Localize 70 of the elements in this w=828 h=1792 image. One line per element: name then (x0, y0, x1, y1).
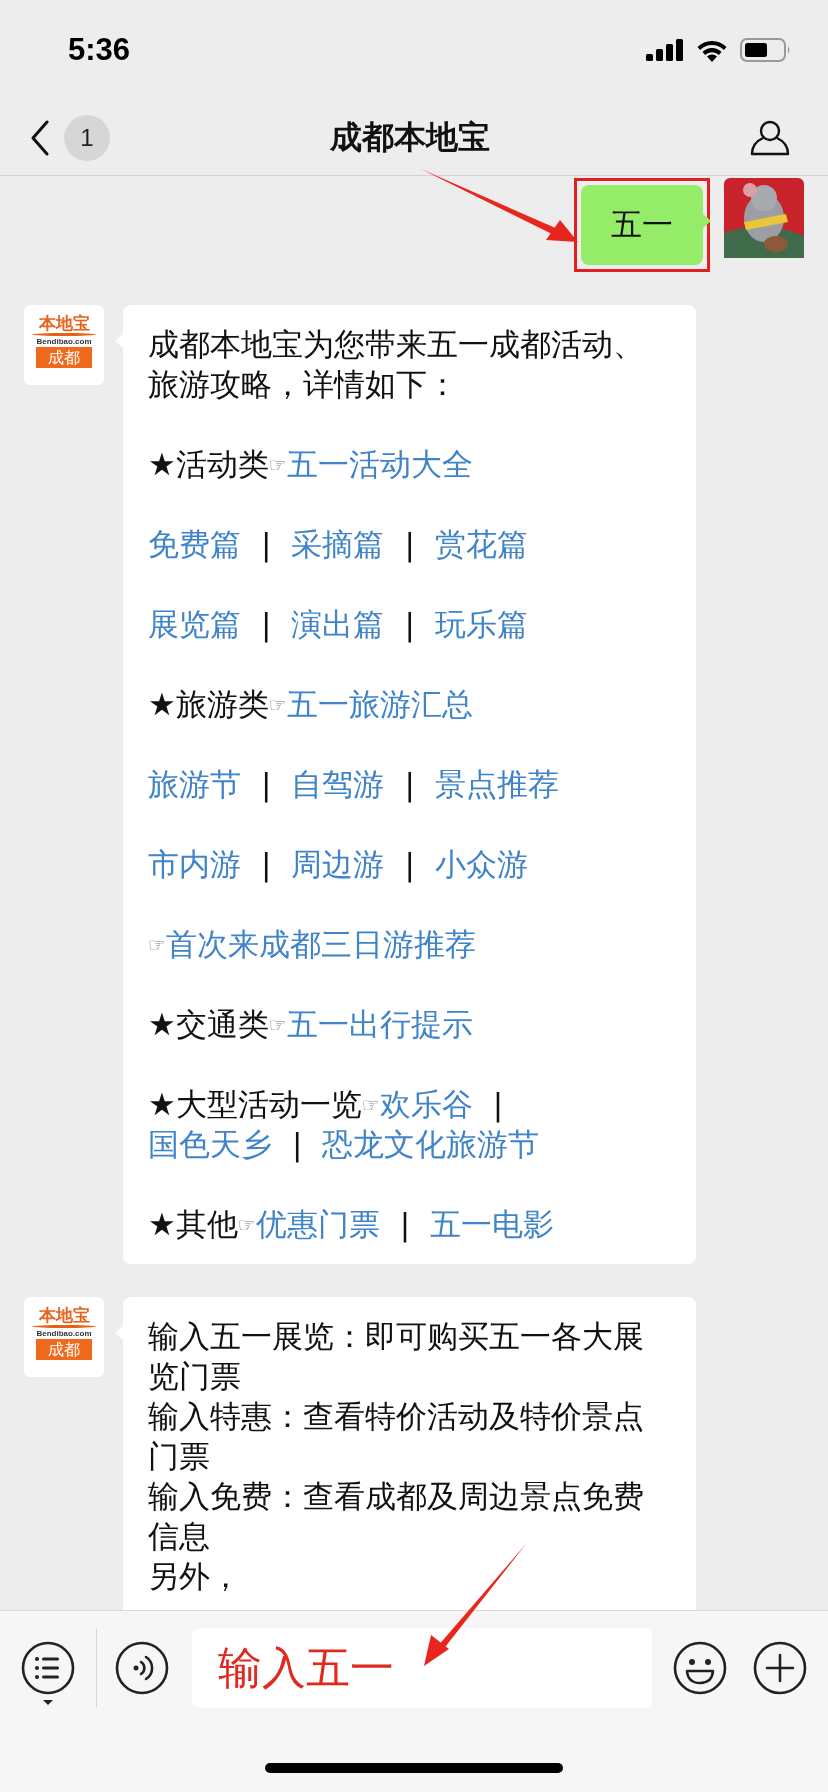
message-text: 成都本地宝为您带来五一成都活动、旅游攻略，详情如下： (148, 326, 644, 402)
logo-domain: Bendibao.com (36, 336, 92, 347)
separator: | (261, 606, 272, 642)
link[interactable]: 景点推荐 (434, 766, 559, 802)
back-icon[interactable] (30, 119, 50, 156)
link[interactable]: 小众游 (434, 846, 528, 882)
pointing-hand-symbol: ☞ (148, 933, 166, 957)
logo-domain: Bendibao.com (36, 1328, 92, 1339)
pointing-hand-symbol: ☞ (268, 453, 287, 477)
logo-text: 本地宝 (38, 313, 90, 333)
message-text: ★大型活动一览 (148, 1086, 362, 1122)
message-input[interactable]: 输入五一 (192, 1628, 652, 1708)
wifi-icon (696, 38, 728, 62)
separator: | (492, 1086, 504, 1122)
logo-city-label: 成都 (36, 1339, 92, 1360)
link[interactable]: 市内游 (148, 846, 241, 882)
message-text: ★交通类 (148, 1006, 269, 1042)
unread-badge: 1 (64, 114, 110, 161)
menu-icon[interactable] (20, 1640, 76, 1706)
link[interactable]: 国色天乡 (148, 1126, 272, 1162)
message-text: 输入免费：查看成都及周边景点免费信息 (148, 1478, 644, 1554)
separator: | (261, 526, 272, 562)
separator: | (404, 846, 415, 882)
pointing-hand-symbol: ☞ (268, 1013, 287, 1037)
link[interactable]: 首次来成都三日游推荐 (165, 926, 476, 962)
message-text: ★活动类 (148, 446, 269, 482)
separator: | (399, 1206, 411, 1242)
emoji-icon[interactable] (672, 1640, 728, 1696)
separator: | (292, 1126, 303, 1162)
link[interactable]: 周边游 (291, 846, 385, 882)
avatar[interactable]: 本地宝 Bendibao.com 成都 (24, 1297, 104, 1377)
message-text: 五一 (611, 205, 673, 244)
link[interactable]: 自驾游 (291, 766, 385, 802)
link[interactable]: 免费篇 (148, 526, 241, 562)
link[interactable]: 恐龙文化旅游节 (322, 1126, 540, 1162)
pointing-hand-symbol: ☞ (268, 693, 287, 717)
message-text: ★其他 (148, 1206, 238, 1242)
link[interactable]: 五一旅游汇总 (286, 686, 473, 722)
link[interactable]: 五一出行提示 (286, 1006, 473, 1042)
link[interactable]: 五一活动大全 (286, 446, 473, 482)
message-text: 输入特惠：查看特价活动及特价景点门票 (148, 1398, 644, 1474)
separator: | (261, 846, 272, 882)
link[interactable]: 优惠门票 (255, 1206, 380, 1242)
clock-time: 5:36 (68, 32, 131, 68)
separator: | (404, 526, 415, 562)
separator: | (261, 766, 272, 802)
add-icon[interactable] (752, 1640, 808, 1696)
profile-icon[interactable] (750, 119, 790, 156)
pointing-hand-symbol: ☞ (237, 1213, 256, 1237)
avatar[interactable]: 本地宝 Bendibao.com 成都 (24, 305, 104, 385)
link[interactable]: 赏花篇 (434, 526, 528, 562)
logo-text: 本地宝 (38, 1305, 90, 1325)
pointing-hand-symbol: ☞ (361, 1093, 380, 1117)
link[interactable]: 展览篇 (148, 606, 241, 642)
link[interactable]: 采摘篇 (291, 526, 385, 562)
logo-city-label: 成都 (36, 347, 92, 368)
link[interactable]: 欢乐谷 (379, 1086, 473, 1122)
battery-icon (740, 38, 792, 62)
message-text: 另外， (148, 1558, 241, 1594)
separator: | (404, 606, 415, 642)
message-text: ★旅游类 (148, 686, 269, 722)
link[interactable]: 五一电影 (430, 1206, 555, 1242)
link[interactable]: 玩乐篇 (434, 606, 528, 642)
voice-icon[interactable] (114, 1640, 170, 1696)
link[interactable]: 演出篇 (291, 606, 385, 642)
link[interactable]: 旅游节 (148, 766, 241, 802)
chat-title: 成都本地宝 (330, 116, 490, 158)
signal-icon (646, 39, 684, 61)
message-text: 输入五一展览：即可购买五一各大展览门票 (148, 1318, 644, 1394)
separator: | (404, 766, 415, 802)
